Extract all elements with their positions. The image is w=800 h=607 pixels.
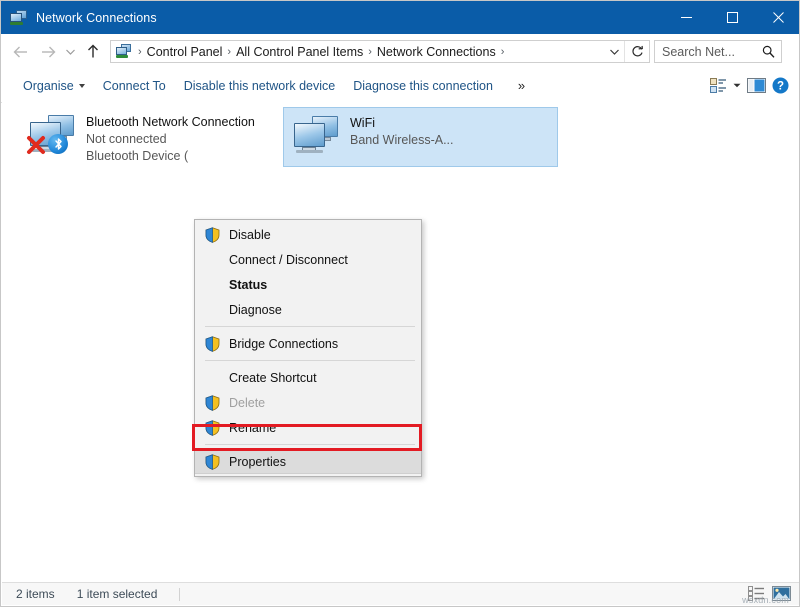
context-menu-item-connect-disconnect[interactable]: Connect / Disconnect [195,247,421,272]
chevron-down-icon [79,84,85,88]
context-menu-item-diagnose[interactable]: Diagnose [195,297,421,322]
context-menu-item-disable[interactable]: Disable [195,222,421,247]
window-title: Network Connections [36,11,157,25]
connection-device: Bluetooth Device ( [86,148,255,165]
status-bar: 2 items 1 item selected [2,582,800,605]
window-controls [663,1,800,34]
watermark: wsxdn.com [742,595,789,605]
close-button[interactable] [755,1,800,34]
back-arrow-icon[interactable] [7,37,34,67]
title-bar: Network Connections [1,1,800,34]
search-icon[interactable] [762,45,781,58]
status-divider [179,588,180,601]
view-options-chevron-down-icon[interactable] [730,74,744,98]
connection-text-wifi: WiFi Band Wireless-A... [350,112,454,149]
maximize-button[interactable] [709,1,755,34]
diagnose-connection-button[interactable]: Diagnose this connection [344,74,502,98]
context-menu-label: Rename [229,421,276,435]
breadcrumb-separator: › [363,46,377,58]
help-icon[interactable]: ? [768,74,792,98]
refresh-icon[interactable] [624,41,649,62]
search-input[interactable]: Search Net... [654,40,782,63]
context-menu-label: Disable [229,228,271,242]
command-toolbar: Organise Connect To Disable this network… [1,69,800,103]
minimize-button[interactable] [663,1,709,34]
context-menu-item-rename[interactable]: Rename [195,415,421,440]
connection-name: WiFi [350,115,454,132]
up-arrow-icon[interactable] [79,37,106,67]
connections-list[interactable]: Bluetooth Network Connection Not connect… [2,102,800,585]
address-bar[interactable]: › Control Panel › All Control Panel Item… [110,40,650,63]
connection-item-bluetooth[interactable]: Bluetooth Network Connection Not connect… [20,107,282,171]
context-menu-item-delete: Delete [195,390,421,415]
network-adapter-icon [290,112,346,160]
breadcrumb-separator: › [222,46,236,58]
view-options-icon[interactable] [706,74,730,98]
svg-text:?: ? [776,81,783,93]
context-menu-item-bridge-connections[interactable]: Bridge Connections [195,331,421,356]
network-connections-icon [10,10,28,26]
breadcrumb-control-panel[interactable]: Control Panel [147,45,223,59]
context-menu-label: Diagnose [229,303,282,317]
shield-icon [195,454,229,470]
breadcrumb-network-connections[interactable]: Network Connections [377,45,496,59]
connection-status: Not connected [86,131,255,148]
address-row: › Control Panel › All Control Panel Item… [1,34,800,69]
connection-name: Bluetooth Network Connection [86,114,255,131]
connection-item-wifi[interactable]: WiFi Band Wireless-A... [283,107,558,167]
forward-arrow-icon[interactable] [34,37,61,67]
breadcrumb-all-control-panel-items[interactable]: All Control Panel Items [236,45,363,59]
context-menu-label: Create Shortcut [229,371,317,385]
bluetooth-icon [48,134,68,154]
shield-icon [195,395,229,411]
context-menu-label: Properties [229,455,286,469]
disable-network-device-button[interactable]: Disable this network device [175,74,344,98]
recent-locations-icon[interactable] [61,37,79,67]
preview-pane-icon[interactable] [744,74,768,98]
context-menu-separator [205,326,415,327]
toolbar-overflow-button[interactable]: » [512,78,531,93]
connection-text-bluetooth: Bluetooth Network Connection Not connect… [86,111,255,165]
network-adapter-icon [26,111,82,159]
context-menu-label: Delete [229,396,265,410]
shield-icon [195,336,229,352]
context-menu-label: Connect / Disconnect [229,253,348,267]
toolbar-right-group: ? [706,69,792,102]
shield-icon [195,420,229,436]
context-menu-separator [205,360,415,361]
breadcrumb-separator: › [133,46,147,58]
organise-button[interactable]: Organise [14,74,94,98]
address-folder-icon [116,44,133,59]
context-menu-item-properties[interactable]: Properties [195,449,421,474]
network-connections-window: Network Connections [0,0,800,607]
shield-icon [195,227,229,243]
chevron-down-icon[interactable] [604,49,624,55]
context-menu-item-status[interactable]: Status [195,272,421,297]
context-menu-item-create-shortcut[interactable]: Create Shortcut [195,365,421,390]
search-placeholder: Search Net... [655,45,735,59]
context-menu-label: Status [229,278,267,292]
connection-device: Band Wireless-A... [350,132,454,149]
context-menu-separator [205,444,415,445]
context-menu-label: Bridge Connections [229,337,338,351]
connect-to-button[interactable]: Connect To [94,74,175,98]
context-menu[interactable]: Disable Connect / Disconnect Status Diag… [194,219,422,477]
red-x-icon [26,135,46,155]
organise-label: Organise [23,79,74,93]
status-selection: 1 item selected [55,587,158,601]
status-item-count: 2 items [2,587,55,601]
breadcrumb-separator: › [496,46,510,58]
